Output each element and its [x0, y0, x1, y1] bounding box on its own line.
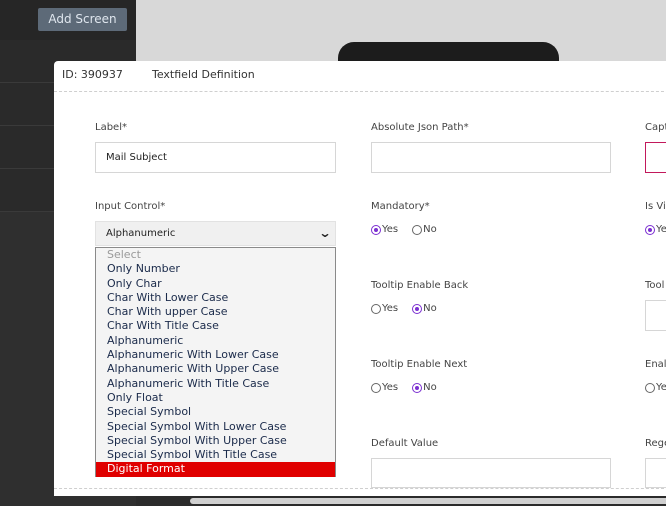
label-field-label: Label*: [95, 122, 127, 133]
input-control-dropdown-list[interactable]: Select Only Number Only Char Char With L…: [95, 247, 336, 477]
mandatory-label: Mandatory*: [371, 201, 430, 212]
tooltip-next-no-label: No: [423, 382, 437, 393]
default-value-input[interactable]: [371, 458, 611, 488]
radio-unselected-icon: [371, 304, 381, 314]
chevron-down-icon: ⌄: [318, 226, 332, 240]
regex-input[interactable]: [645, 458, 666, 488]
dropdown-option[interactable]: Char With Title Case: [96, 319, 335, 333]
input-control-select[interactable]: Alphanumeric ⌄: [95, 221, 336, 246]
dropdown-option[interactable]: Special Symbol: [96, 405, 335, 419]
caption-label: Capt: [645, 122, 666, 133]
dropdown-option[interactable]: Alphanumeric With Title Case: [96, 377, 335, 391]
is-visible-label: Is Vi: [645, 201, 666, 212]
mandatory-yes-label: Yes: [382, 224, 399, 235]
absolute-json-path-label: Absolute Json Path*: [371, 122, 469, 133]
modal-id: ID: 390937: [62, 68, 123, 81]
dropdown-option[interactable]: Select: [96, 248, 335, 262]
regex-label: Rege: [645, 438, 666, 449]
dropdown-option[interactable]: Char With Lower Case: [96, 291, 335, 305]
radio-unselected-icon: [412, 225, 423, 235]
is-visible-radio-group: Ye: [645, 224, 666, 235]
tooltip-next-no-option[interactable]: No: [412, 382, 437, 393]
dropdown-option[interactable]: Special Symbol With Upper Case: [96, 434, 335, 448]
dropdown-option[interactable]: Only Number: [96, 262, 335, 276]
enable-yes-option[interactable]: Ye: [645, 382, 666, 393]
tooltip-input[interactable]: [645, 300, 666, 331]
dropdown-option[interactable]: Special Symbol With Lower Case: [96, 420, 335, 434]
radio-selected-icon: [412, 304, 423, 314]
radio-unselected-icon: [645, 383, 655, 393]
is-visible-yes-label: Ye: [656, 224, 666, 235]
tooltip-back-no-label: No: [423, 303, 437, 314]
default-value-label: Default Value: [371, 438, 439, 449]
mandatory-no-option[interactable]: No: [412, 224, 437, 235]
tooltip-label: Tool: [645, 280, 665, 291]
mandatory-radio-group: Yes No: [371, 224, 451, 235]
tooltip-enable-next-label: Tooltip Enable Next: [371, 359, 468, 370]
modal-header: ID: 390937 Textfield Definition: [54, 61, 666, 92]
tooltip-enable-next-radio-group: Yes No: [371, 382, 451, 393]
is-visible-yes-option[interactable]: Ye: [645, 224, 666, 235]
dropdown-option[interactable]: Alphanumeric: [96, 334, 335, 348]
radio-selected-icon: [645, 225, 655, 235]
dropdown-option[interactable]: Only Float: [96, 391, 335, 405]
radio-selected-icon: [371, 225, 381, 235]
label-input-value: Mail Subject: [106, 152, 167, 163]
add-screen-button[interactable]: Add Screen: [38, 8, 127, 31]
tooltip-next-yes-option[interactable]: Yes: [371, 382, 398, 393]
tooltip-next-yes-label: Yes: [382, 382, 399, 393]
modal-footer-divider: [54, 488, 666, 489]
dropdown-option[interactable]: Only Char: [96, 277, 335, 291]
horizontal-scrollbar[interactable]: [136, 496, 666, 506]
caption-input[interactable]: [645, 142, 666, 173]
enable-label: Enal: [645, 359, 666, 370]
enable-yes-label: Ye: [656, 382, 666, 393]
dropdown-option[interactable]: Special Symbol With Title Case: [96, 448, 335, 462]
dropdown-option[interactable]: Alphanumeric With Lower Case: [96, 348, 335, 362]
tooltip-back-yes-label: Yes: [382, 303, 399, 314]
enable-radio-group: Ye: [645, 382, 666, 393]
label-input[interactable]: Mail Subject: [95, 142, 336, 173]
absolute-json-path-input[interactable]: [371, 142, 611, 173]
radio-unselected-icon: [371, 383, 381, 393]
mandatory-yes-option[interactable]: Yes: [371, 224, 398, 235]
tooltip-enable-back-radio-group: Yes No: [371, 303, 451, 314]
dropdown-option[interactable]: Char With upper Case: [96, 305, 335, 319]
scrollbar-thumb[interactable]: [190, 498, 666, 504]
dropdown-option-highlighted[interactable]: Digital Format: [96, 462, 335, 477]
mandatory-no-label: No: [423, 224, 437, 235]
modal-title: Textfield Definition: [152, 68, 255, 81]
tooltip-back-no-option[interactable]: No: [412, 303, 437, 314]
input-control-label: Input Control*: [95, 201, 166, 212]
tooltip-back-yes-option[interactable]: Yes: [371, 303, 398, 314]
tooltip-enable-back-label: Tooltip Enable Back: [371, 280, 469, 291]
input-control-value: Alphanumeric: [106, 228, 176, 239]
radio-selected-icon: [412, 383, 423, 393]
dropdown-option[interactable]: Alphanumeric With Upper Case: [96, 362, 335, 376]
